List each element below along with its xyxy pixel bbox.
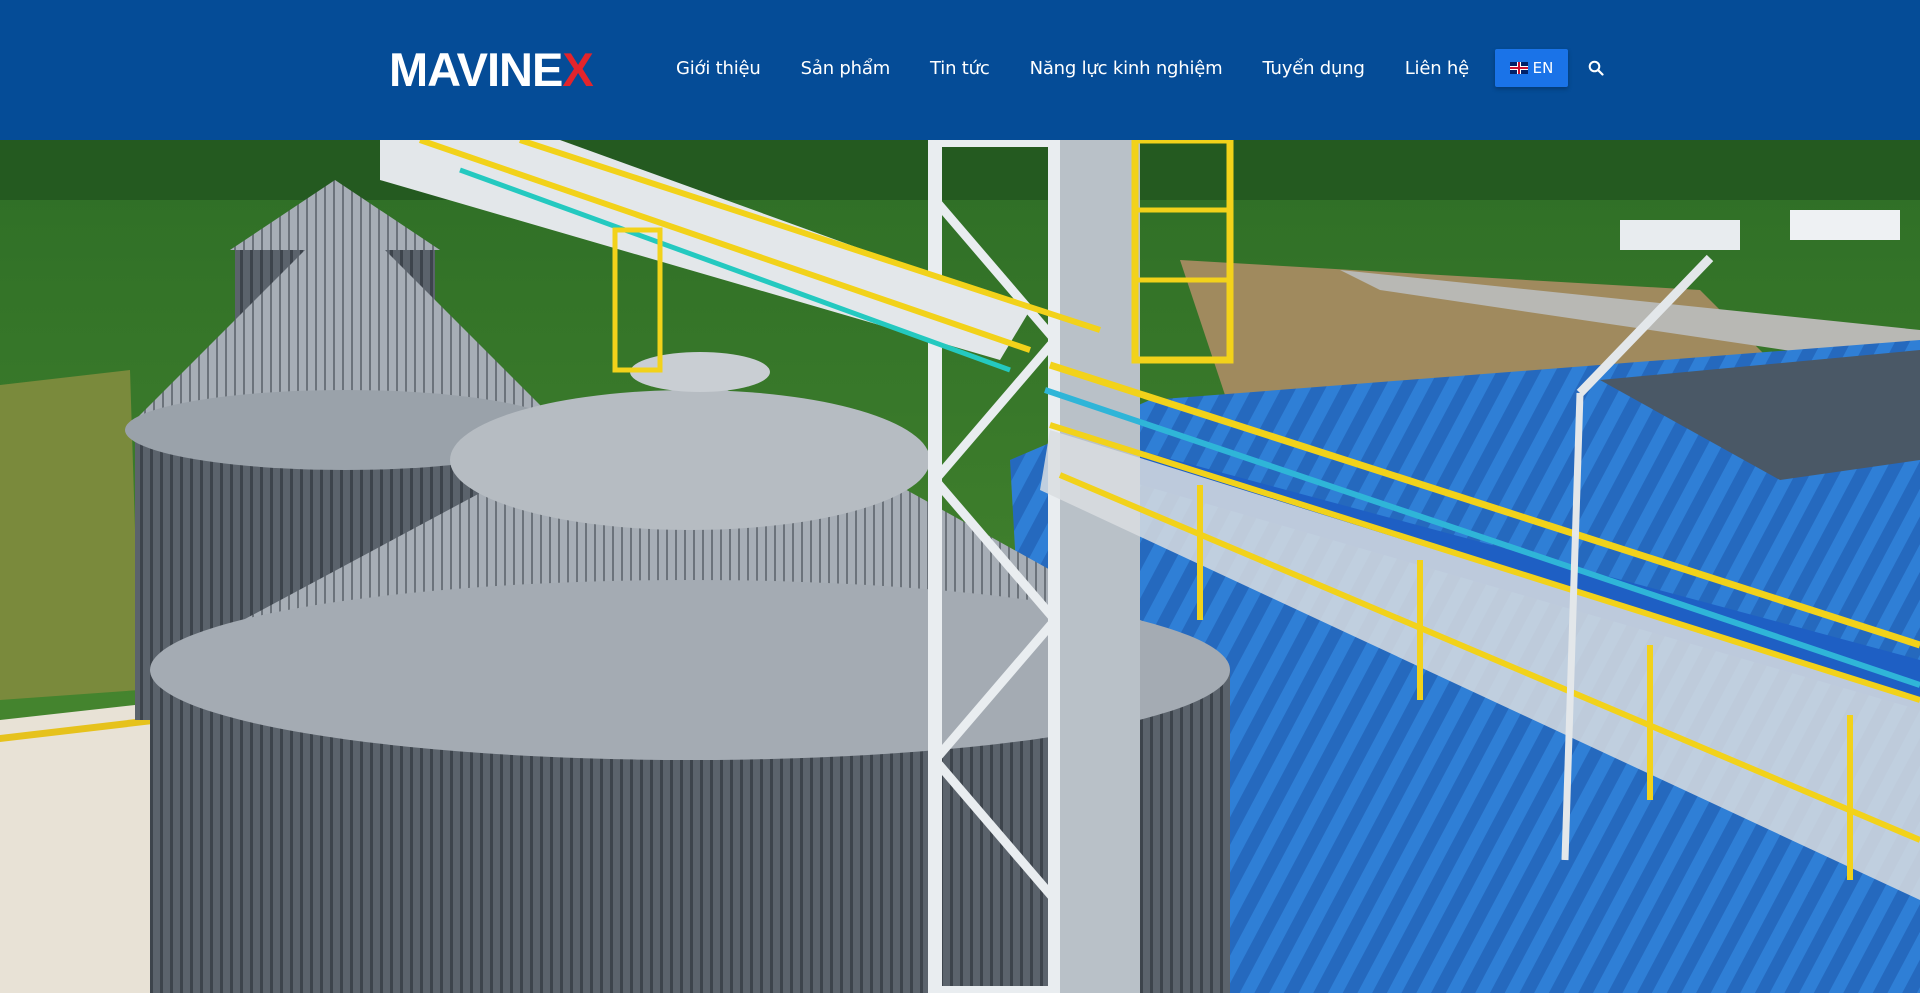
nav-item-gioi-thieu[interactable]: Giới thiệu [656, 58, 781, 79]
uk-flag-icon [1509, 62, 1528, 74]
language-label: EN [1532, 59, 1554, 77]
nav-item-tin-tuc[interactable]: Tin tức [910, 58, 1010, 79]
nav-item-san-pham[interactable]: Sản phẩm [781, 58, 910, 79]
main-nav: Giới thiệu Sản phẩm Tin tức Năng lực kin… [656, 49, 1606, 87]
hero-image [0, 140, 1920, 993]
nav-item-lien-he[interactable]: Liên hệ [1385, 58, 1489, 79]
logo-text: MAVINE [389, 42, 563, 96]
logo-accent-x: X [562, 42, 593, 96]
nav-item-tuyen-dung[interactable]: Tuyển dụng [1242, 58, 1384, 79]
nav-item-nang-luc[interactable]: Năng lực kinh nghiệm [1010, 58, 1243, 79]
mavinex-logo[interactable]: MAVINE X [389, 42, 594, 96]
language-switch-button[interactable]: EN [1495, 49, 1569, 87]
site-header: MAVINE X Giới thiệu Sản phẩm Tin tức Năng… [0, 0, 1920, 140]
search-icon[interactable] [1586, 58, 1606, 78]
